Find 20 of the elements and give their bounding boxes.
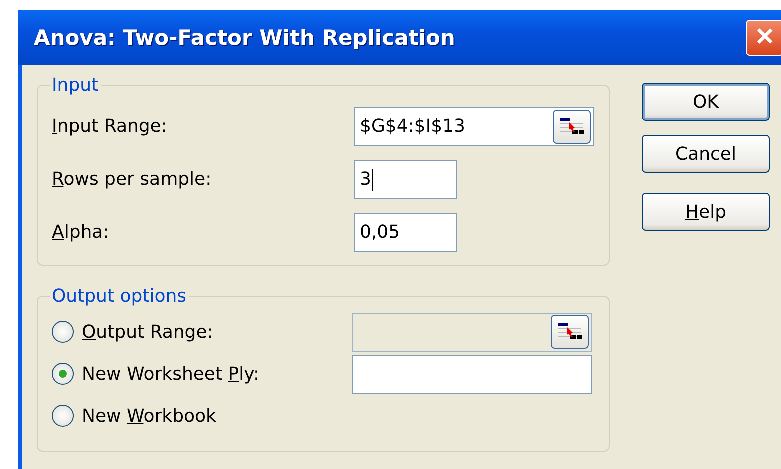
group-legend: Output options [50, 286, 189, 307]
radio-button[interactable] [52, 321, 74, 343]
option-label[interactable]: New Worksheet Ply: [82, 364, 352, 384]
group-legend: Input [50, 75, 101, 96]
input-field[interactable]: $G$4:$I$13 [354, 107, 594, 146]
option-label[interactable]: Output Range: [82, 322, 352, 342]
input-field[interactable]: 3 [354, 160, 457, 199]
input-field[interactable] [352, 354, 592, 394]
dialog-button[interactable]: OK [642, 83, 770, 121]
radio-button[interactable] [52, 363, 74, 385]
dialog-button[interactable]: Help [642, 193, 770, 231]
collapse-dialog-button[interactable] [553, 110, 591, 144]
field-label: Rows per sample: [52, 169, 213, 190]
input-field[interactable]: 0,05 [354, 213, 457, 252]
field-label: Alpha: [52, 222, 110, 243]
field-label: Input Range: [52, 116, 168, 137]
window-title: Anova: Two-Factor With Replication [34, 26, 456, 50]
radio-button[interactable] [52, 405, 74, 427]
dialog-button[interactable]: Cancel [642, 135, 770, 173]
option-label[interactable]: New Workbook [82, 406, 352, 426]
